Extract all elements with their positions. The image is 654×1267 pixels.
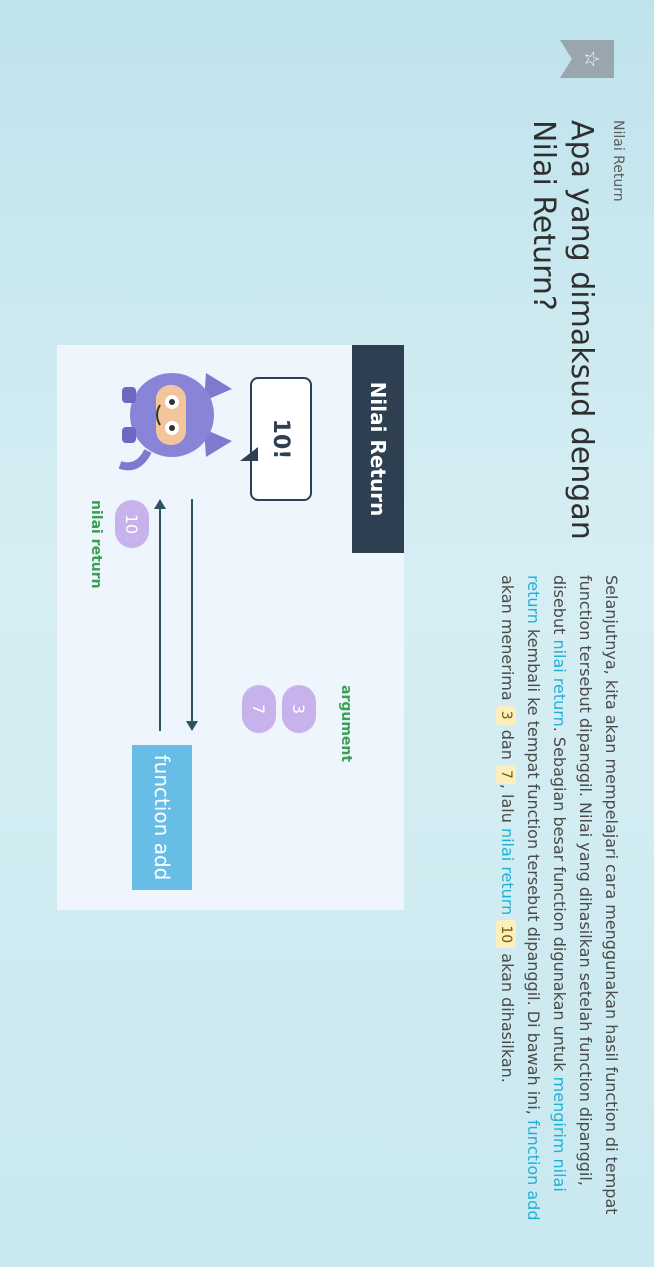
return-value-pill: 10	[115, 500, 149, 548]
argument-pill: 3	[282, 685, 316, 733]
star-icon: ☆	[580, 50, 604, 68]
paragraph-text: kembali ke tempat function tersebut dipa…	[524, 623, 543, 1120]
ninja-cat-icon	[118, 373, 232, 471]
highlight-term: function add	[524, 1119, 543, 1221]
paragraph-text: akan menerima	[498, 575, 517, 706]
highlight-term: nilai return	[550, 639, 569, 727]
page: ☆ Nilai Return Apa yang dimaksud dengan …	[0, 0, 654, 1267]
page-title: Apa yang dimaksud dengan Nilai Return?	[526, 120, 599, 540]
highlight-term: nilai return	[498, 827, 517, 916]
return-label: nilai return	[88, 500, 104, 589]
argument-label: argument	[338, 685, 354, 763]
bookmark-button[interactable]: ☆	[560, 40, 614, 78]
number-chip: 10	[496, 920, 516, 949]
speech-bubble-tail	[240, 447, 258, 461]
number-chip: 7	[496, 764, 516, 784]
paragraph-text: dan	[498, 724, 517, 765]
lesson-paragraph: Selanjutnya, kita akan mempelajari cara …	[494, 575, 624, 1230]
diagram-panel: Nilai Return 10! function add argument 3…	[57, 345, 404, 910]
paragraph-text: akan dihasilkan.	[498, 948, 517, 1083]
argument-pill: 7	[242, 685, 276, 733]
diagram-header: Nilai Return	[352, 345, 404, 553]
paragraph-text: , lalu	[498, 783, 517, 828]
number-chip: 3	[496, 705, 516, 725]
paragraph-text: . Sebagian besar function digunakan untu…	[550, 726, 569, 1077]
speech-bubble: 10!	[250, 377, 312, 501]
breadcrumb: Nilai Return	[610, 120, 626, 202]
function-add-box: function add	[132, 745, 192, 890]
flow-arrows	[154, 499, 198, 731]
